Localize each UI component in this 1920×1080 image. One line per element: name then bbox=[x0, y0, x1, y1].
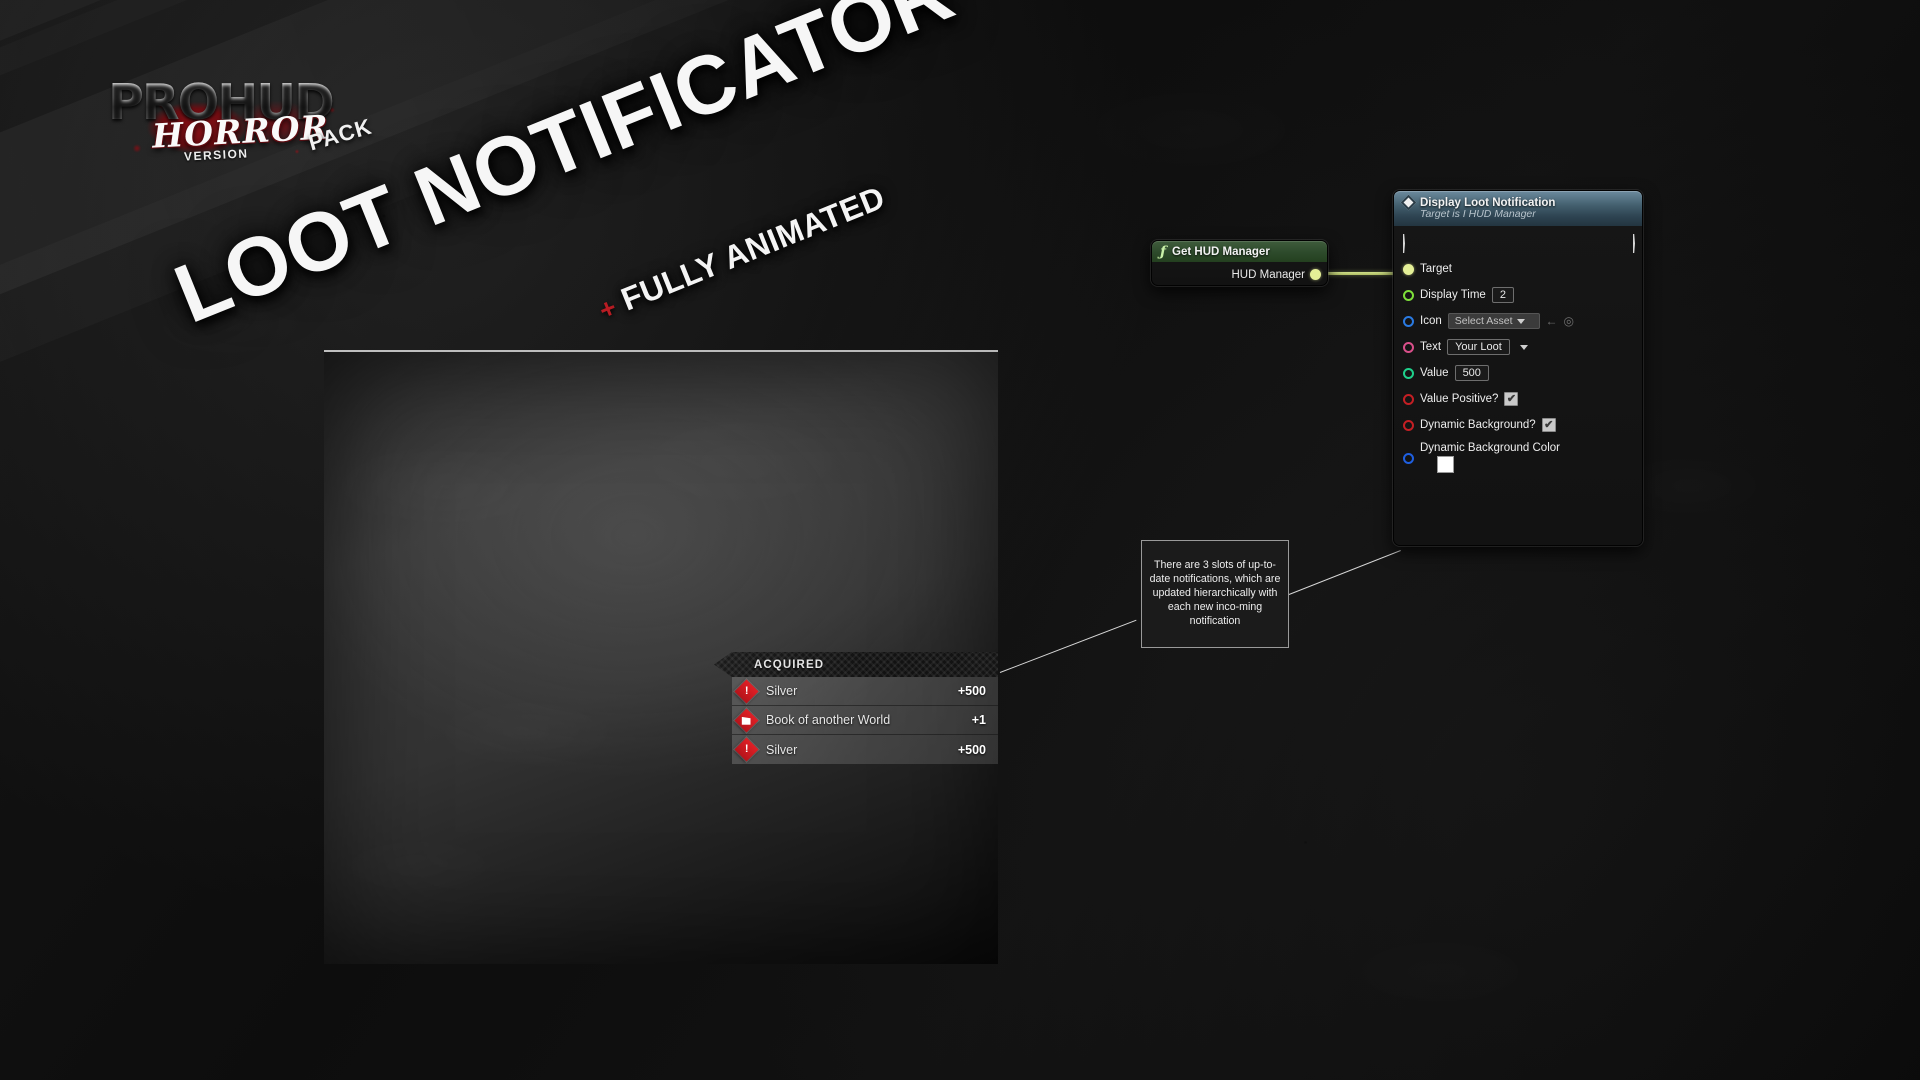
pin-row-dynamic-background: Dynamic Background? ✔ bbox=[1394, 412, 1642, 438]
node-title: Get HUD Manager bbox=[1172, 245, 1270, 258]
pin-row-display-time: Display Time 2 bbox=[1394, 282, 1642, 308]
loot-item-value: +500 bbox=[957, 684, 986, 698]
book-diamond-icon bbox=[734, 707, 759, 733]
display-time-input[interactable]: 2 bbox=[1491, 287, 1514, 303]
loot-rows: ! Silver +500 Book of another World +1 !… bbox=[732, 677, 998, 764]
loot-item-value: +500 bbox=[957, 742, 986, 757]
exec-pin-row bbox=[1394, 228, 1642, 256]
value-input[interactable]: 500 bbox=[1454, 365, 1489, 381]
pin-row-icon: Icon Select Asset ← ◎ bbox=[1394, 308, 1642, 334]
subtitle-text: FULLY ANIMATED bbox=[616, 178, 890, 318]
node-subtitle: Target is I HUD Manager bbox=[1420, 207, 1536, 220]
pin-label-value: Value bbox=[1420, 367, 1449, 379]
output-pin-label: HUD Manager bbox=[1231, 268, 1306, 281]
acquired-banner: ACQUIRED bbox=[714, 652, 998, 677]
loot-notification-widget: ACQUIRED ! Silver +500 Book of another W… bbox=[732, 652, 998, 764]
value-pin[interactable] bbox=[1403, 367, 1414, 379]
loot-row: Book of another World +1 bbox=[732, 706, 998, 735]
dynamic-background-color-swatch[interactable] bbox=[1437, 456, 1454, 473]
value-positive-checkbox[interactable]: ✔ bbox=[1504, 392, 1519, 406]
loot-row: ! Silver +500 bbox=[732, 735, 998, 764]
callout-leader-line-upper bbox=[1288, 550, 1401, 595]
pin-label-text: Text bbox=[1420, 341, 1442, 353]
function-icon: ƒ bbox=[1160, 243, 1167, 260]
alert-diamond-icon: ! bbox=[734, 737, 759, 762]
node-title: Display Loot Notification bbox=[1420, 196, 1556, 209]
product-logo: PROHUD HORROR VERSION PACK bbox=[108, 68, 378, 178]
loot-row: ! Silver +500 bbox=[732, 677, 998, 706]
pin-row-dynamic-background-color: Dynamic Background Color bbox=[1394, 438, 1642, 473]
pin-row-value-positive: Value Positive? ✔ bbox=[1394, 386, 1642, 412]
loot-item-name: Silver bbox=[766, 684, 798, 698]
browse-back-icon[interactable]: ← bbox=[1546, 314, 1558, 328]
subtitle: + FULLY ANIMATED bbox=[593, 179, 890, 328]
target-pin[interactable] bbox=[1403, 263, 1414, 275]
dynamic-background-checkbox[interactable]: ✔ bbox=[1541, 418, 1556, 432]
dynamic-background-color-pin[interactable] bbox=[1403, 453, 1414, 464]
callout-box: There are 3 slots of up-to-date notifica… bbox=[1141, 540, 1289, 648]
node-body: Target Display Time 2 Icon Select Asset … bbox=[1394, 226, 1642, 473]
pin-label-value-positive: Value Positive? bbox=[1420, 393, 1499, 405]
pin-row-text: Text Your Loot bbox=[1394, 334, 1642, 360]
icon-asset-value: Select Asset bbox=[1454, 315, 1513, 327]
loot-item-name: Silver bbox=[766, 742, 798, 757]
pin-label-dynamic-background-color: Dynamic Background Color bbox=[1420, 442, 1560, 454]
loot-item-value: +1 bbox=[971, 713, 986, 727]
callout-text: There are 3 slots of up-to-date notifica… bbox=[1149, 559, 1281, 627]
loot-item-name: Book of another World bbox=[766, 713, 891, 727]
node-get-hud-manager[interactable]: ƒ Get HUD Manager HUD Manager bbox=[1151, 240, 1328, 286]
callout-leader-line-lower bbox=[999, 619, 1137, 673]
text-dropdown-icon[interactable] bbox=[1519, 344, 1528, 350]
pin-label-icon: Icon bbox=[1420, 315, 1442, 327]
dynamic-background-pin[interactable] bbox=[1403, 419, 1414, 431]
pin-row-target: Target bbox=[1394, 256, 1642, 282]
text-pin[interactable] bbox=[1403, 341, 1414, 353]
icon-pin[interactable] bbox=[1403, 315, 1414, 327]
pin-row-value: Value 500 bbox=[1394, 360, 1642, 386]
text-input[interactable]: Your Loot bbox=[1447, 339, 1510, 355]
display-time-pin[interactable] bbox=[1403, 289, 1414, 301]
node-header: ƒ Get HUD Manager bbox=[1152, 241, 1327, 262]
subtitle-plus-icon: + bbox=[594, 292, 621, 326]
value-positive-pin[interactable] bbox=[1403, 393, 1414, 405]
pin-label-display-time: Display Time bbox=[1420, 289, 1486, 301]
event-diamond-icon bbox=[1400, 194, 1417, 211]
acquired-banner-label: ACQUIRED bbox=[754, 658, 825, 671]
search-icon[interactable]: ◎ bbox=[1564, 314, 1574, 328]
pin-label-target: Target bbox=[1420, 263, 1452, 275]
icon-asset-picker[interactable]: Select Asset bbox=[1447, 313, 1540, 329]
chevron-down-icon bbox=[1516, 318, 1525, 324]
output-pin[interactable] bbox=[1310, 269, 1321, 280]
node-header: Display Loot Notification Target is I HU… bbox=[1394, 191, 1642, 226]
node-body: HUD Manager bbox=[1152, 262, 1327, 287]
blueprint-wire bbox=[1319, 272, 1404, 275]
alert-diamond-icon: ! bbox=[734, 678, 759, 704]
pin-label-dynamic-background: Dynamic Background? bbox=[1420, 419, 1536, 431]
node-display-loot-notification[interactable]: Display Loot Notification Target is I HU… bbox=[1393, 190, 1643, 546]
